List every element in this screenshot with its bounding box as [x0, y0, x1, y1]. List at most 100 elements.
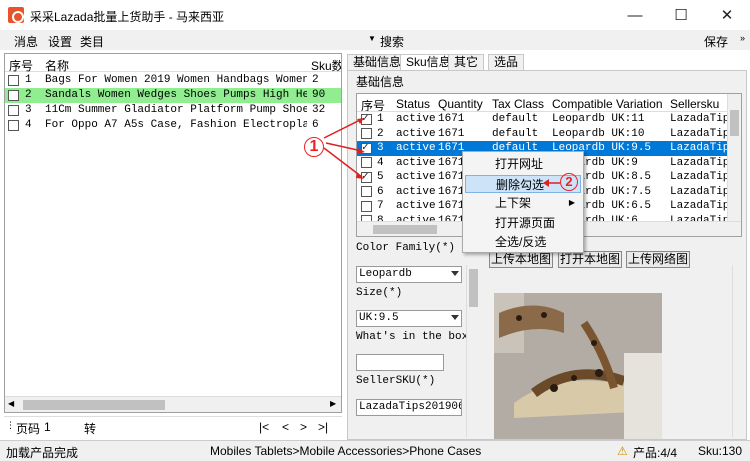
product-list-hscroll-thumb[interactable]	[23, 400, 165, 410]
product-list-panel: 序号 名称 Sku数 1 Bags For Women 2019 Women Ha…	[4, 53, 342, 413]
maximize-button[interactable]: ☐	[658, 0, 704, 30]
sku-variation: Leopardb UK:10	[552, 127, 645, 140]
sku-col-sellersku[interactable]: Sellersku	[670, 97, 727, 111]
product-index: 2	[25, 89, 32, 101]
color-family-select[interactable]: Leopardb	[356, 266, 462, 283]
context-menu: 打开网址 删除勾选 上下架 ▶ 打开源页面 全选/反选	[462, 151, 584, 253]
product-list-hscroll[interactable]: ◀ ▶	[5, 396, 341, 412]
image-vscroll[interactable]	[732, 265, 746, 437]
save-button[interactable]: 保存	[704, 33, 728, 50]
context-menu-item[interactable]: 上下架 ▶	[465, 194, 581, 212]
size-select[interactable]: UK:9.5	[356, 310, 462, 327]
sku-quantity: 1671	[438, 156, 465, 169]
col-index-header[interactable]: 序号	[9, 57, 33, 74]
product-name: Sandals Women Wedges Shoes Pumps High He…	[45, 89, 307, 101]
sku-table-header: 序号 Status Quantity Tax Class Compatible …	[357, 94, 727, 112]
prev-page-button[interactable]: <	[282, 420, 289, 434]
sku-col-variation[interactable]: Compatible Variation	[552, 97, 663, 111]
tab-basic-info[interactable]: 基础信息	[347, 54, 408, 70]
col-sku-header[interactable]: Sku数	[311, 57, 341, 74]
scroll-left-icon[interactable]: ◀	[8, 399, 14, 408]
sku-tax-class: default	[492, 113, 539, 125]
sku-quantity: 1671	[438, 214, 465, 222]
context-menu-item[interactable]: 全选/反选	[465, 233, 581, 251]
warning-icon: ⚠	[617, 444, 628, 458]
page-number-input[interactable]: 1	[44, 420, 74, 434]
upload-network-image-button[interactable]: 上传网络图	[626, 251, 690, 268]
form-vscroll-thumb[interactable]	[469, 269, 478, 307]
chevron-down-icon	[451, 315, 459, 320]
col-name-header[interactable]: 名称	[45, 57, 69, 74]
sku-table-hscroll-thumb[interactable]	[373, 225, 437, 234]
sellersku-input[interactable]: LazadaTips2019061014	[356, 399, 462, 416]
section-title: 基础信息	[356, 75, 405, 89]
search-dropdown-icon[interactable]: ▼	[368, 34, 376, 43]
minimize-button[interactable]: —	[612, 0, 658, 30]
sku-col-status[interactable]: Status	[396, 97, 430, 111]
next-page-button[interactable]: >	[300, 420, 307, 434]
sku-variation: Leopardb UK:11	[552, 113, 645, 125]
product-row[interactable]: 1 Bags For Women 2019 Women Handbags Wome…	[5, 73, 341, 88]
page-go-button[interactable]: 转	[84, 420, 96, 437]
sku-sellersku: LazadaTips	[670, 214, 727, 222]
row-checkbox[interactable]	[8, 74, 19, 86]
sku-status: active	[396, 127, 436, 140]
sku-quantity: 1671	[438, 127, 465, 140]
sku-row-checkbox[interactable]	[361, 186, 372, 198]
sku-index: 7	[377, 200, 384, 212]
menu-settings[interactable]: 设置	[48, 33, 72, 50]
first-page-button[interactable]: |<	[259, 420, 269, 434]
whats-in-box-label: What's in the box	[356, 331, 469, 343]
sku-row[interactable]: 2 active 1671 default Leopardb UK:10 LazadaTi…	[357, 127, 727, 142]
sku-table-vscroll[interactable]	[727, 94, 741, 221]
last-page-button[interactable]: >|	[318, 420, 328, 434]
tab-other[interactable]: 其它	[448, 54, 485, 70]
sku-sellersku: LazadaTips	[670, 127, 727, 140]
product-row[interactable]: 2 Sandals Women Wedges Shoes Pumps High H…	[5, 88, 341, 103]
sku-table-vscroll-thumb[interactable]	[730, 110, 739, 136]
open-local-image-button[interactable]: 打开本地图	[558, 251, 622, 268]
sku-count: Sku:130	[698, 444, 743, 458]
sku-status: active	[396, 142, 436, 154]
sku-status: active	[396, 185, 436, 198]
product-row[interactable]: 3 11Cm Summer Gladiator Platform Pump Sho…	[5, 103, 341, 118]
sku-tax-class: default	[492, 127, 539, 140]
sandal-photo-icon	[494, 293, 662, 439]
context-menu-label: 打开网址	[495, 157, 544, 171]
form-vscroll[interactable]	[466, 265, 480, 437]
row-checkbox[interactable]	[8, 119, 19, 131]
sku-row[interactable]: 1active1671defaultLeopardb UK:11LazadaTi…	[357, 112, 727, 127]
product-image[interactable]	[494, 293, 662, 439]
sku-row-checkbox[interactable]	[361, 200, 372, 212]
whats-in-box-input[interactable]	[356, 354, 444, 371]
sku-col-quantity[interactable]: Quantity	[438, 97, 483, 111]
sku-quantity: 1671	[438, 185, 465, 198]
context-menu-item[interactable]: 打开网址	[465, 155, 581, 173]
sku-status: active	[396, 171, 436, 183]
sku-quantity: 1671	[438, 200, 465, 212]
tab-product-selection[interactable]: 选品	[488, 54, 525, 70]
row-checkbox[interactable]	[8, 104, 19, 116]
context-menu-label: 上下架	[495, 196, 532, 210]
color-family-value: Leopardb	[359, 268, 412, 280]
context-menu-item[interactable]: 打开源页面	[465, 214, 581, 232]
pager-label: 页码	[16, 422, 41, 436]
context-menu-label: 打开源页面	[495, 215, 556, 230]
menu-bar: 消息 设置 类目 ▼ 搜索 保存 »	[0, 30, 750, 50]
row-checkbox[interactable]	[8, 89, 19, 101]
product-index: 1	[25, 74, 32, 86]
upload-local-image-button[interactable]: 上传本地图	[489, 251, 553, 268]
category-path: Mobiles Tablets>Mobile Accessories>Phone…	[210, 444, 482, 458]
menu-messages[interactable]: 消息	[14, 33, 38, 50]
sku-col-tax[interactable]: Tax Class	[492, 97, 544, 111]
menu-category[interactable]: 类目	[80, 33, 104, 50]
scroll-right-icon[interactable]: ▶	[330, 399, 336, 408]
sku-info-panel: 基础信息 序号 Status Quantity Tax Class Compat…	[347, 70, 747, 440]
search-button[interactable]: 搜索	[380, 33, 404, 50]
product-row[interactable]: 4 For Oppo A7 A5s Case, Fashion Electropl…	[5, 118, 341, 133]
pager-grip-icon: ⋮	[6, 420, 15, 430]
close-button[interactable]: ✕	[704, 0, 750, 30]
product-sku-count: 6	[312, 119, 319, 131]
toolbar-overflow-icon[interactable]: »	[740, 33, 745, 43]
sku-status: active	[396, 214, 436, 222]
